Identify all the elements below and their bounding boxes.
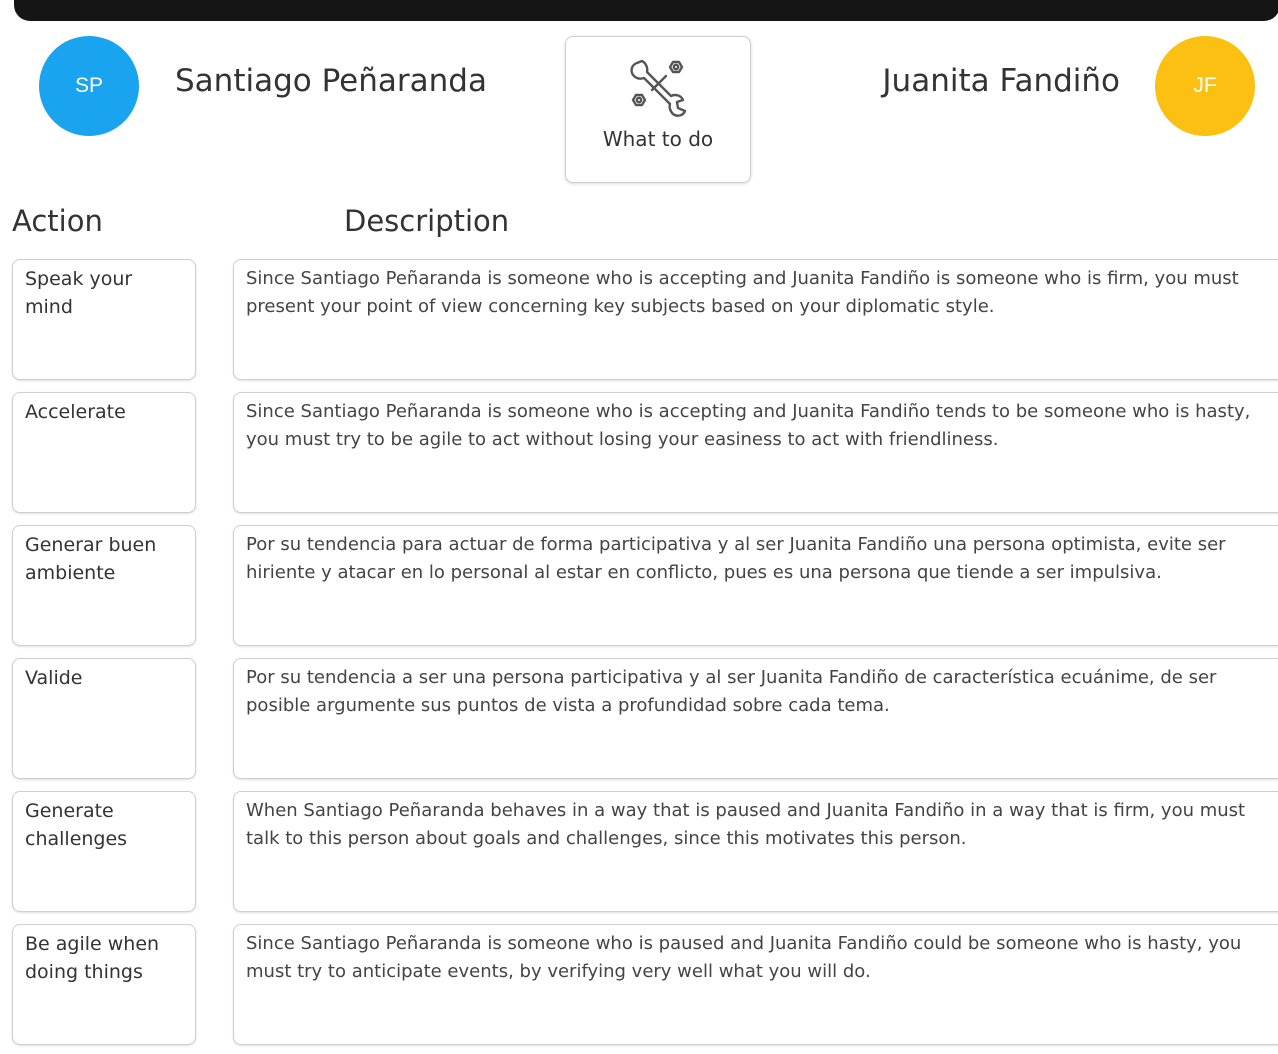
action-cell: Speak your mind: [12, 259, 196, 380]
description-text: Since Santiago Peñaranda is someone who …: [246, 933, 1242, 982]
description-heading: Description: [344, 204, 510, 238]
action-cell: Be agile when doing things: [12, 924, 196, 1045]
description-cell: Since Santiago Peñaranda is someone who …: [233, 392, 1278, 513]
description-cell: Por su tendencia para actuar de forma pa…: [233, 525, 1278, 646]
avatar-right: JF: [1155, 36, 1255, 136]
description-text: Since Santiago Peñaranda is someone who …: [246, 401, 1251, 450]
description-cell: When Santiago Peñaranda behaves in a way…: [233, 791, 1278, 912]
description-text: Since Santiago Peñaranda is someone who …: [246, 268, 1239, 317]
right-person-name: Juanita Fandiño: [882, 63, 1120, 99]
action-cell: Generar buen ambiente: [12, 525, 196, 646]
what-to-do-label: What to do: [602, 127, 714, 151]
description-text: When Santiago Peñaranda behaves in a way…: [246, 800, 1246, 849]
description-text: Por su tendencia a ser una persona parti…: [246, 667, 1217, 716]
description-text: Por su tendencia para actuar de forma pa…: [246, 534, 1226, 583]
action-heading: Action: [12, 204, 103, 238]
description-cell: Por su tendencia a ser una persona parti…: [233, 658, 1278, 779]
avatar-left: SP: [39, 36, 139, 136]
action-cell: Accelerate: [12, 392, 196, 513]
avatar-initials: SP: [74, 74, 103, 97]
what-to-do-card[interactable]: What to do: [565, 36, 751, 183]
left-person-name: Santiago Peñaranda: [175, 63, 487, 99]
tools-icon: [630, 59, 687, 117]
top-bar: [14, 0, 1278, 21]
description-cell: Since Santiago Peñaranda is someone who …: [233, 924, 1278, 1045]
action-cell: Generate challenges: [12, 791, 196, 912]
avatar-initials: JF: [1193, 74, 1217, 97]
description-cell: Since Santiago Peñaranda is someone who …: [233, 259, 1278, 380]
action-cell: Valide: [12, 658, 196, 779]
